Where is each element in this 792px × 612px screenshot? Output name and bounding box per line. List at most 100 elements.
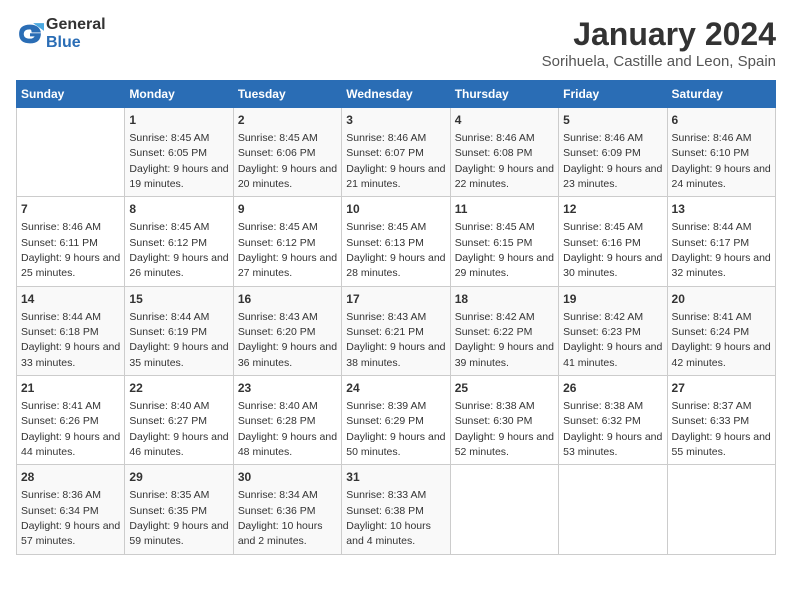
header-monday: Monday bbox=[125, 81, 233, 108]
day-number: 12 bbox=[563, 201, 662, 218]
daylight-text: Daylight: 9 hours and 32 minutes. bbox=[672, 252, 771, 279]
page-subtitle: Sorihuela, Castille and Leon, Spain bbox=[542, 53, 776, 70]
table-row: 29 Sunrise: 8:35 AM Sunset: 6:35 PM Dayl… bbox=[125, 465, 233, 554]
daylight-text: Daylight: 9 hours and 39 minutes. bbox=[455, 341, 554, 368]
daylight-text: Daylight: 9 hours and 22 minutes. bbox=[455, 163, 554, 190]
sunrise-text: Sunrise: 8:45 AM bbox=[238, 132, 318, 144]
table-row bbox=[667, 465, 775, 554]
daylight-text: Daylight: 9 hours and 24 minutes. bbox=[672, 163, 771, 190]
sunrise-text: Sunrise: 8:36 AM bbox=[21, 489, 101, 501]
table-row: 10 Sunrise: 8:45 AM Sunset: 6:13 PM Dayl… bbox=[342, 197, 450, 286]
table-row: 21 Sunrise: 8:41 AM Sunset: 6:26 PM Dayl… bbox=[17, 376, 125, 465]
sunrise-text: Sunrise: 8:46 AM bbox=[672, 132, 752, 144]
daylight-text: Daylight: 9 hours and 57 minutes. bbox=[21, 520, 120, 547]
sunrise-text: Sunrise: 8:45 AM bbox=[129, 132, 209, 144]
sunset-text: Sunset: 6:29 PM bbox=[346, 415, 424, 427]
sunset-text: Sunset: 6:21 PM bbox=[346, 326, 424, 338]
table-row: 23 Sunrise: 8:40 AM Sunset: 6:28 PM Dayl… bbox=[233, 376, 341, 465]
sunset-text: Sunset: 6:06 PM bbox=[238, 147, 316, 159]
sunset-text: Sunset: 6:12 PM bbox=[129, 237, 207, 249]
sunrise-text: Sunrise: 8:44 AM bbox=[129, 311, 209, 323]
day-number: 30 bbox=[238, 469, 337, 486]
calendar-header-row: Sunday Monday Tuesday Wednesday Thursday… bbox=[17, 81, 776, 108]
day-number: 9 bbox=[238, 201, 337, 218]
header-thursday: Thursday bbox=[450, 81, 558, 108]
day-number: 22 bbox=[129, 380, 228, 397]
sunrise-text: Sunrise: 8:41 AM bbox=[672, 311, 752, 323]
sunset-text: Sunset: 6:33 PM bbox=[672, 415, 750, 427]
sunset-text: Sunset: 6:20 PM bbox=[238, 326, 316, 338]
day-number: 6 bbox=[672, 112, 771, 129]
day-number: 25 bbox=[455, 380, 554, 397]
logo-text: General Blue bbox=[46, 16, 106, 52]
daylight-text: Daylight: 9 hours and 53 minutes. bbox=[563, 431, 662, 458]
table-row: 24 Sunrise: 8:39 AM Sunset: 6:29 PM Dayl… bbox=[342, 376, 450, 465]
daylight-text: Daylight: 9 hours and 42 minutes. bbox=[672, 341, 771, 368]
sunrise-text: Sunrise: 8:45 AM bbox=[238, 221, 318, 233]
sunrise-text: Sunrise: 8:35 AM bbox=[129, 489, 209, 501]
day-number: 11 bbox=[455, 201, 554, 218]
daylight-text: Daylight: 9 hours and 46 minutes. bbox=[129, 431, 228, 458]
table-row: 9 Sunrise: 8:45 AM Sunset: 6:12 PM Dayli… bbox=[233, 197, 341, 286]
sunrise-text: Sunrise: 8:46 AM bbox=[455, 132, 535, 144]
logo-icon bbox=[16, 20, 44, 48]
day-number: 10 bbox=[346, 201, 445, 218]
day-number: 5 bbox=[563, 112, 662, 129]
sunset-text: Sunset: 6:24 PM bbox=[672, 326, 750, 338]
table-row bbox=[450, 465, 558, 554]
sunset-text: Sunset: 6:08 PM bbox=[455, 147, 533, 159]
sunset-text: Sunset: 6:05 PM bbox=[129, 147, 207, 159]
table-row: 16 Sunrise: 8:43 AM Sunset: 6:20 PM Dayl… bbox=[233, 286, 341, 375]
table-row: 3 Sunrise: 8:46 AM Sunset: 6:07 PM Dayli… bbox=[342, 108, 450, 197]
table-row: 15 Sunrise: 8:44 AM Sunset: 6:19 PM Dayl… bbox=[125, 286, 233, 375]
daylight-text: Daylight: 9 hours and 25 minutes. bbox=[21, 252, 120, 279]
day-number: 21 bbox=[21, 380, 120, 397]
daylight-text: Daylight: 9 hours and 55 minutes. bbox=[672, 431, 771, 458]
day-number: 29 bbox=[129, 469, 228, 486]
daylight-text: Daylight: 9 hours and 20 minutes. bbox=[238, 163, 337, 190]
header-tuesday: Tuesday bbox=[233, 81, 341, 108]
sunrise-text: Sunrise: 8:40 AM bbox=[238, 400, 318, 412]
table-row: 5 Sunrise: 8:46 AM Sunset: 6:09 PM Dayli… bbox=[559, 108, 667, 197]
calendar-week-row: 14 Sunrise: 8:44 AM Sunset: 6:18 PM Dayl… bbox=[17, 286, 776, 375]
table-row: 27 Sunrise: 8:37 AM Sunset: 6:33 PM Dayl… bbox=[667, 376, 775, 465]
sunrise-text: Sunrise: 8:40 AM bbox=[129, 400, 209, 412]
daylight-text: Daylight: 9 hours and 35 minutes. bbox=[129, 341, 228, 368]
daylight-text: Daylight: 9 hours and 36 minutes. bbox=[238, 341, 337, 368]
day-number: 20 bbox=[672, 291, 771, 308]
sunset-text: Sunset: 6:30 PM bbox=[455, 415, 533, 427]
table-row: 28 Sunrise: 8:36 AM Sunset: 6:34 PM Dayl… bbox=[17, 465, 125, 554]
sunrise-text: Sunrise: 8:45 AM bbox=[563, 221, 643, 233]
sunset-text: Sunset: 6:19 PM bbox=[129, 326, 207, 338]
calendar-table: Sunday Monday Tuesday Wednesday Thursday… bbox=[16, 80, 776, 555]
table-row: 18 Sunrise: 8:42 AM Sunset: 6:22 PM Dayl… bbox=[450, 286, 558, 375]
sunrise-text: Sunrise: 8:42 AM bbox=[563, 311, 643, 323]
sunset-text: Sunset: 6:13 PM bbox=[346, 237, 424, 249]
sunrise-text: Sunrise: 8:45 AM bbox=[346, 221, 426, 233]
header-friday: Friday bbox=[559, 81, 667, 108]
table-row: 20 Sunrise: 8:41 AM Sunset: 6:24 PM Dayl… bbox=[667, 286, 775, 375]
sunset-text: Sunset: 6:16 PM bbox=[563, 237, 641, 249]
daylight-text: Daylight: 9 hours and 28 minutes. bbox=[346, 252, 445, 279]
sunset-text: Sunset: 6:35 PM bbox=[129, 505, 207, 517]
daylight-text: Daylight: 9 hours and 41 minutes. bbox=[563, 341, 662, 368]
table-row: 7 Sunrise: 8:46 AM Sunset: 6:11 PM Dayli… bbox=[17, 197, 125, 286]
day-number: 23 bbox=[238, 380, 337, 397]
sunset-text: Sunset: 6:07 PM bbox=[346, 147, 424, 159]
table-row: 19 Sunrise: 8:42 AM Sunset: 6:23 PM Dayl… bbox=[559, 286, 667, 375]
header-wednesday: Wednesday bbox=[342, 81, 450, 108]
table-row: 8 Sunrise: 8:45 AM Sunset: 6:12 PM Dayli… bbox=[125, 197, 233, 286]
day-number: 19 bbox=[563, 291, 662, 308]
sunrise-text: Sunrise: 8:38 AM bbox=[455, 400, 535, 412]
table-row: 14 Sunrise: 8:44 AM Sunset: 6:18 PM Dayl… bbox=[17, 286, 125, 375]
title-block: January 2024 Sorihuela, Castille and Leo… bbox=[542, 16, 776, 70]
daylight-text: Daylight: 9 hours and 52 minutes. bbox=[455, 431, 554, 458]
daylight-text: Daylight: 9 hours and 29 minutes. bbox=[455, 252, 554, 279]
daylight-text: Daylight: 9 hours and 59 minutes. bbox=[129, 520, 228, 547]
sunset-text: Sunset: 6:36 PM bbox=[238, 505, 316, 517]
sunrise-text: Sunrise: 8:33 AM bbox=[346, 489, 426, 501]
day-number: 15 bbox=[129, 291, 228, 308]
table-row: 6 Sunrise: 8:46 AM Sunset: 6:10 PM Dayli… bbox=[667, 108, 775, 197]
day-number: 4 bbox=[455, 112, 554, 129]
day-number: 2 bbox=[238, 112, 337, 129]
